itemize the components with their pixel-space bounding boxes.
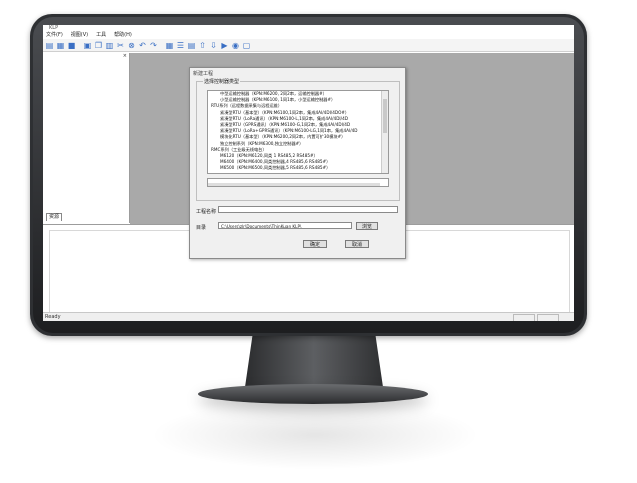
project-panel: × 资源: [43, 53, 130, 223]
browse-button[interactable]: 浏览: [356, 222, 378, 230]
app-window: KLP 文件(F) 视图(V) 工具 帮助(H) ▤ ▦ ■ ▣ ❐ ▥ ✂ ⊗…: [43, 25, 574, 321]
controller-tree[interactable]: 中型运输控制器（KPN:M6200, 2同2串，运输控制器#） 小型运输控制器（…: [207, 90, 389, 174]
status-cell: [537, 314, 559, 321]
cut-icon[interactable]: ✂: [116, 41, 125, 50]
project-name-input[interactable]: [218, 206, 398, 213]
menu-view[interactable]: 视图(V): [71, 32, 88, 39]
directory-label: 目录: [196, 225, 207, 231]
monitor-shadow: [150, 400, 480, 470]
window-icon[interactable]: ▢: [242, 41, 251, 50]
download-icon[interactable]: ⇩: [209, 41, 218, 50]
menu-bar: 文件(F) 视图(V) 工具 帮助(H): [43, 32, 574, 39]
toolbar-separator: [78, 41, 81, 50]
dialog-title: 新建工程: [193, 71, 214, 77]
menu-file[interactable]: 文件(F): [46, 32, 63, 39]
menu-tools[interactable]: 工具: [96, 32, 106, 39]
tree-item[interactable]: M6500（KPN:M6500,同类控制器,5 RS485,6 RS485#）: [208, 165, 388, 171]
new-project-dialog: 新建工程 选择控制器类型 中型运输控制器（KPN:M6200, 2同2串，运输控…: [189, 67, 406, 259]
stop-icon[interactable]: ◉: [231, 41, 240, 50]
tab-resources[interactable]: 资源: [46, 213, 63, 221]
delete-icon[interactable]: ⊗: [127, 41, 136, 50]
properties-icon[interactable]: ▤: [187, 41, 196, 50]
paste-icon[interactable]: ▥: [105, 41, 114, 50]
run-icon[interactable]: ▶: [220, 41, 229, 50]
redo-icon[interactable]: ↷: [149, 41, 158, 50]
description-box: [207, 178, 389, 187]
monitor-base: [198, 384, 428, 404]
new-file-icon[interactable]: ▤: [45, 41, 54, 50]
save-all-icon[interactable]: ▣: [83, 41, 92, 50]
grid-icon[interactable]: ▦: [165, 41, 174, 50]
status-bar: Ready: [43, 312, 574, 321]
close-icon[interactable]: ×: [123, 53, 127, 59]
toolbar-separator: [160, 41, 163, 50]
tree-scrollbar[interactable]: [381, 91, 388, 173]
undo-icon[interactable]: ↶: [138, 41, 147, 50]
ok-button[interactable]: 确定: [303, 240, 327, 248]
description-scrollbar[interactable]: [208, 183, 380, 186]
project-name-label: 工程名称: [196, 209, 217, 215]
directory-input[interactable]: C:\Users\zlr\Documents\ThinKuan KLP\: [218, 222, 352, 229]
window-title: KLP: [49, 25, 59, 31]
open-folder-icon[interactable]: ▦: [56, 41, 65, 50]
scrollbar-thumb[interactable]: [383, 99, 387, 133]
controller-type-group: 选择控制器类型 中型运输控制器（KPN:M6200, 2同2串，运输控制器#） …: [196, 78, 400, 201]
status-cell: [513, 314, 535, 321]
menu-help[interactable]: 帮助(H): [114, 32, 132, 39]
upload-icon[interactable]: ⇧: [198, 41, 207, 50]
list-icon[interactable]: ☰: [176, 41, 185, 50]
cancel-button[interactable]: 取消: [345, 240, 369, 248]
status-text: Ready: [45, 314, 61, 320]
save-icon[interactable]: ■: [67, 41, 76, 50]
toolbar: ▤ ▦ ■ ▣ ❐ ▥ ✂ ⊗ ↶ ↷ ▦ ☰ ▤ ⇧ ⇩ ▶ ◉ ▢: [43, 39, 574, 52]
group-label: 选择控制器类型: [203, 78, 241, 85]
copy-icon[interactable]: ❐: [94, 41, 103, 50]
title-bar: KLP: [43, 25, 574, 32]
